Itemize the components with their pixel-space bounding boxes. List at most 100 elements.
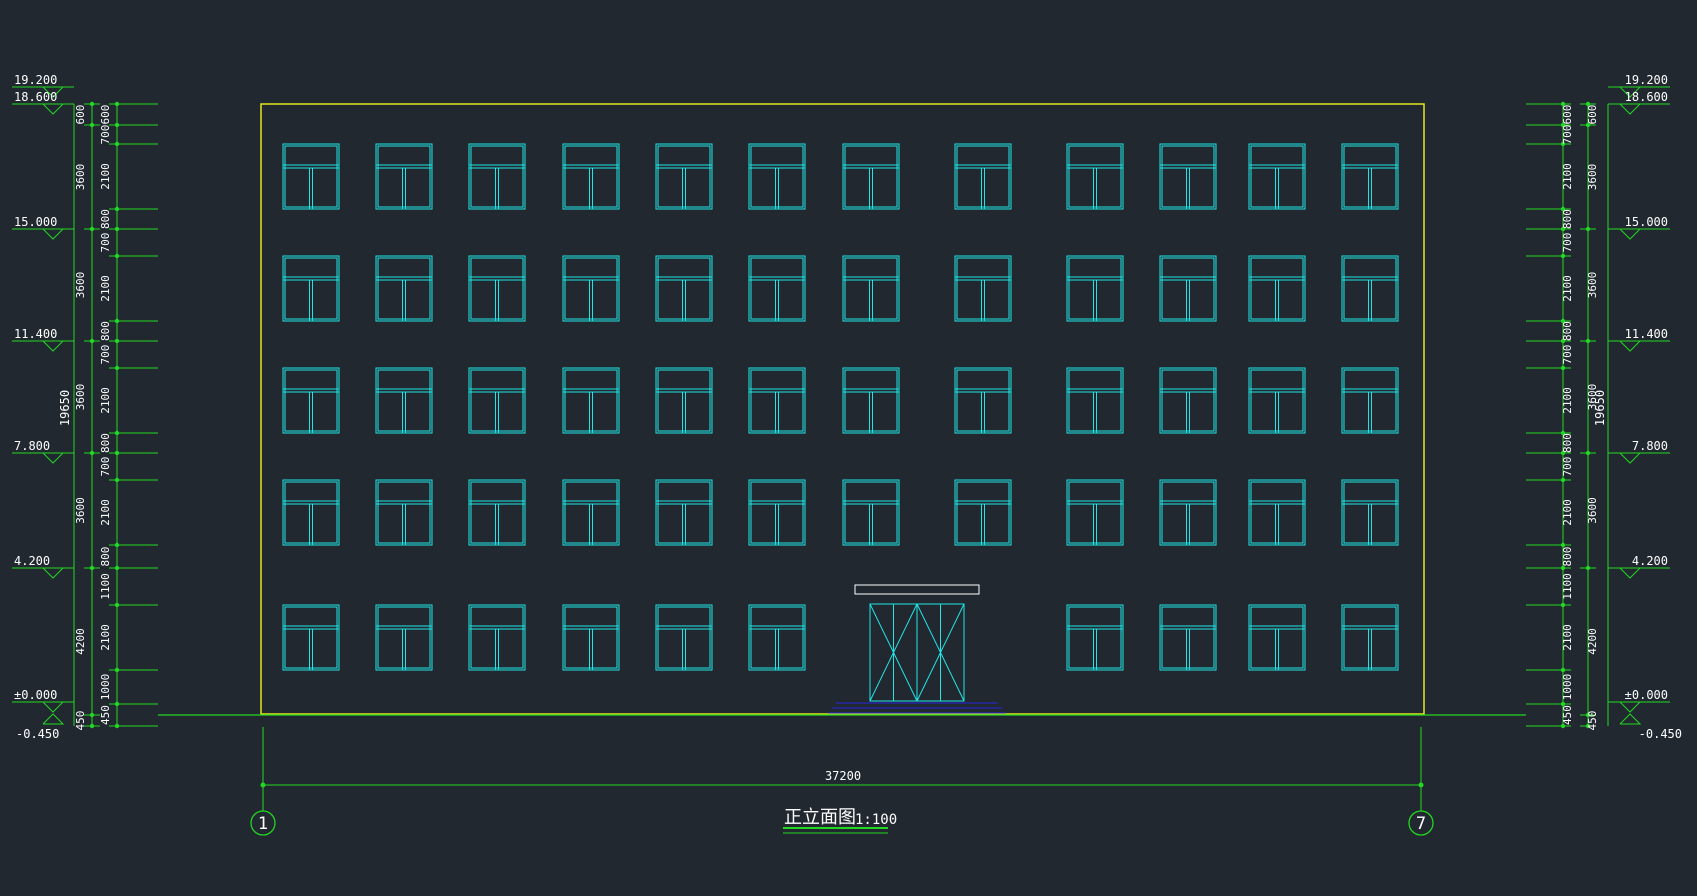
level-triangle: [1619, 452, 1642, 464]
window-inner-frame: [657, 369, 711, 432]
level-value: 15.000: [1625, 215, 1668, 229]
window-inner-frame: [956, 481, 1010, 544]
level-marker: 4.200: [12, 554, 74, 579]
window-frame: [1248, 255, 1306, 322]
level-value: 15.000: [14, 215, 57, 229]
window-frame: [468, 479, 526, 546]
level-marker: 18.600: [12, 90, 74, 115]
door-swing-mark: [869, 603, 895, 702]
door-swing-mark: [939, 603, 965, 702]
window-inner-frame: [956, 257, 1010, 320]
window-inner-frame: [564, 257, 618, 320]
level-value: -0.450: [16, 727, 59, 741]
window: [375, 479, 433, 546]
window-frame: [1341, 604, 1399, 671]
window-inner-frame: [1068, 145, 1122, 208]
window-inner-frame: [1161, 606, 1215, 669]
inner-dim-left-label: 1100: [99, 573, 112, 600]
window: [1248, 367, 1306, 434]
window-frame: [282, 479, 340, 546]
window-inner-frame: [1161, 145, 1215, 208]
window-inner-frame: [844, 481, 898, 544]
window: [842, 479, 900, 546]
window-inner-frame: [1250, 257, 1304, 320]
window-inner-frame: [1161, 257, 1215, 320]
level-marker: 11.400: [12, 327, 74, 352]
window-frame: [1159, 367, 1217, 434]
window-inner-frame: [377, 257, 431, 320]
window-frame: [1248, 367, 1306, 434]
inner-dim-left-label: 450: [99, 705, 112, 725]
window: [655, 604, 713, 671]
window-inner-frame: [1343, 145, 1397, 208]
window-frame: [1248, 604, 1306, 671]
outer-dim-right-label: 600: [1586, 105, 1599, 125]
window-frame: [562, 604, 620, 671]
window: [562, 604, 620, 671]
axis-label-right: 7: [1416, 814, 1426, 834]
window-frame: [468, 604, 526, 671]
window-frame: [954, 479, 1012, 546]
inner-dim-left-label: 1000: [99, 674, 112, 701]
window: [748, 367, 806, 434]
window-inner-frame: [284, 606, 338, 669]
window: [1248, 604, 1306, 671]
outer-dim-left-label: 4200: [74, 628, 87, 655]
inner-dim-left-label: 800: [99, 209, 112, 229]
inner-dim-left-label: 2100: [99, 275, 112, 302]
window-inner-frame: [284, 257, 338, 320]
inner-dim-right-label: 2100: [1561, 387, 1574, 414]
window-frame: [562, 367, 620, 434]
overall-width-label: 37200: [825, 769, 861, 783]
window: [748, 255, 806, 322]
window: [375, 143, 433, 210]
window-inner-frame: [844, 145, 898, 208]
window-inner-frame: [470, 369, 524, 432]
window-inner-frame: [564, 481, 618, 544]
window-frame: [655, 255, 713, 322]
level-marker: ±0.000: [12, 688, 74, 713]
window-frame: [748, 255, 806, 322]
window-frame: [655, 479, 713, 546]
window: [282, 367, 340, 434]
window-inner-frame: [1343, 481, 1397, 544]
window-inner-frame: [956, 145, 1010, 208]
level-triangle: [42, 452, 65, 464]
dimension-tick: [1418, 782, 1424, 788]
level-triangle: [1619, 567, 1642, 579]
window-inner-frame: [956, 369, 1010, 432]
inner-dim-left-label: 700: [99, 125, 112, 145]
outer-dim-right-label: 3600: [1586, 164, 1599, 191]
window: [1066, 143, 1124, 210]
window-frame: [842, 255, 900, 322]
window-frame: [954, 143, 1012, 210]
window-inner-frame: [1343, 369, 1397, 432]
level-triangle: [42, 713, 65, 725]
door-swing-mark: [916, 603, 942, 702]
level-triangle: [42, 567, 65, 579]
window-inner-frame: [657, 606, 711, 669]
window-inner-frame: [377, 606, 431, 669]
outer-dim-right-label: 4200: [1586, 628, 1599, 655]
window-inner-frame: [844, 257, 898, 320]
window-inner-frame: [1161, 481, 1215, 544]
window: [748, 604, 806, 671]
drawing-canvas: 6003600360036003600420045060070021008007…: [12, 73, 1682, 836]
level-triangle: [1619, 701, 1642, 713]
axis-label-left: 1: [258, 814, 268, 834]
window-frame: [562, 143, 620, 210]
window-frame: [1341, 143, 1399, 210]
level-marker: 15.000: [12, 215, 74, 240]
window-inner-frame: [564, 145, 618, 208]
window-frame: [282, 367, 340, 434]
window-frame: [562, 255, 620, 322]
window-inner-frame: [844, 369, 898, 432]
level-triangle: [1619, 103, 1642, 115]
window-inner-frame: [284, 145, 338, 208]
door-swing-mark: [892, 603, 918, 702]
window: [1159, 604, 1217, 671]
window: [282, 143, 340, 210]
inner-dim-right-label: 700: [1561, 125, 1574, 145]
windows-group: [282, 143, 1399, 671]
inner-dim-left-label: 800: [99, 433, 112, 453]
